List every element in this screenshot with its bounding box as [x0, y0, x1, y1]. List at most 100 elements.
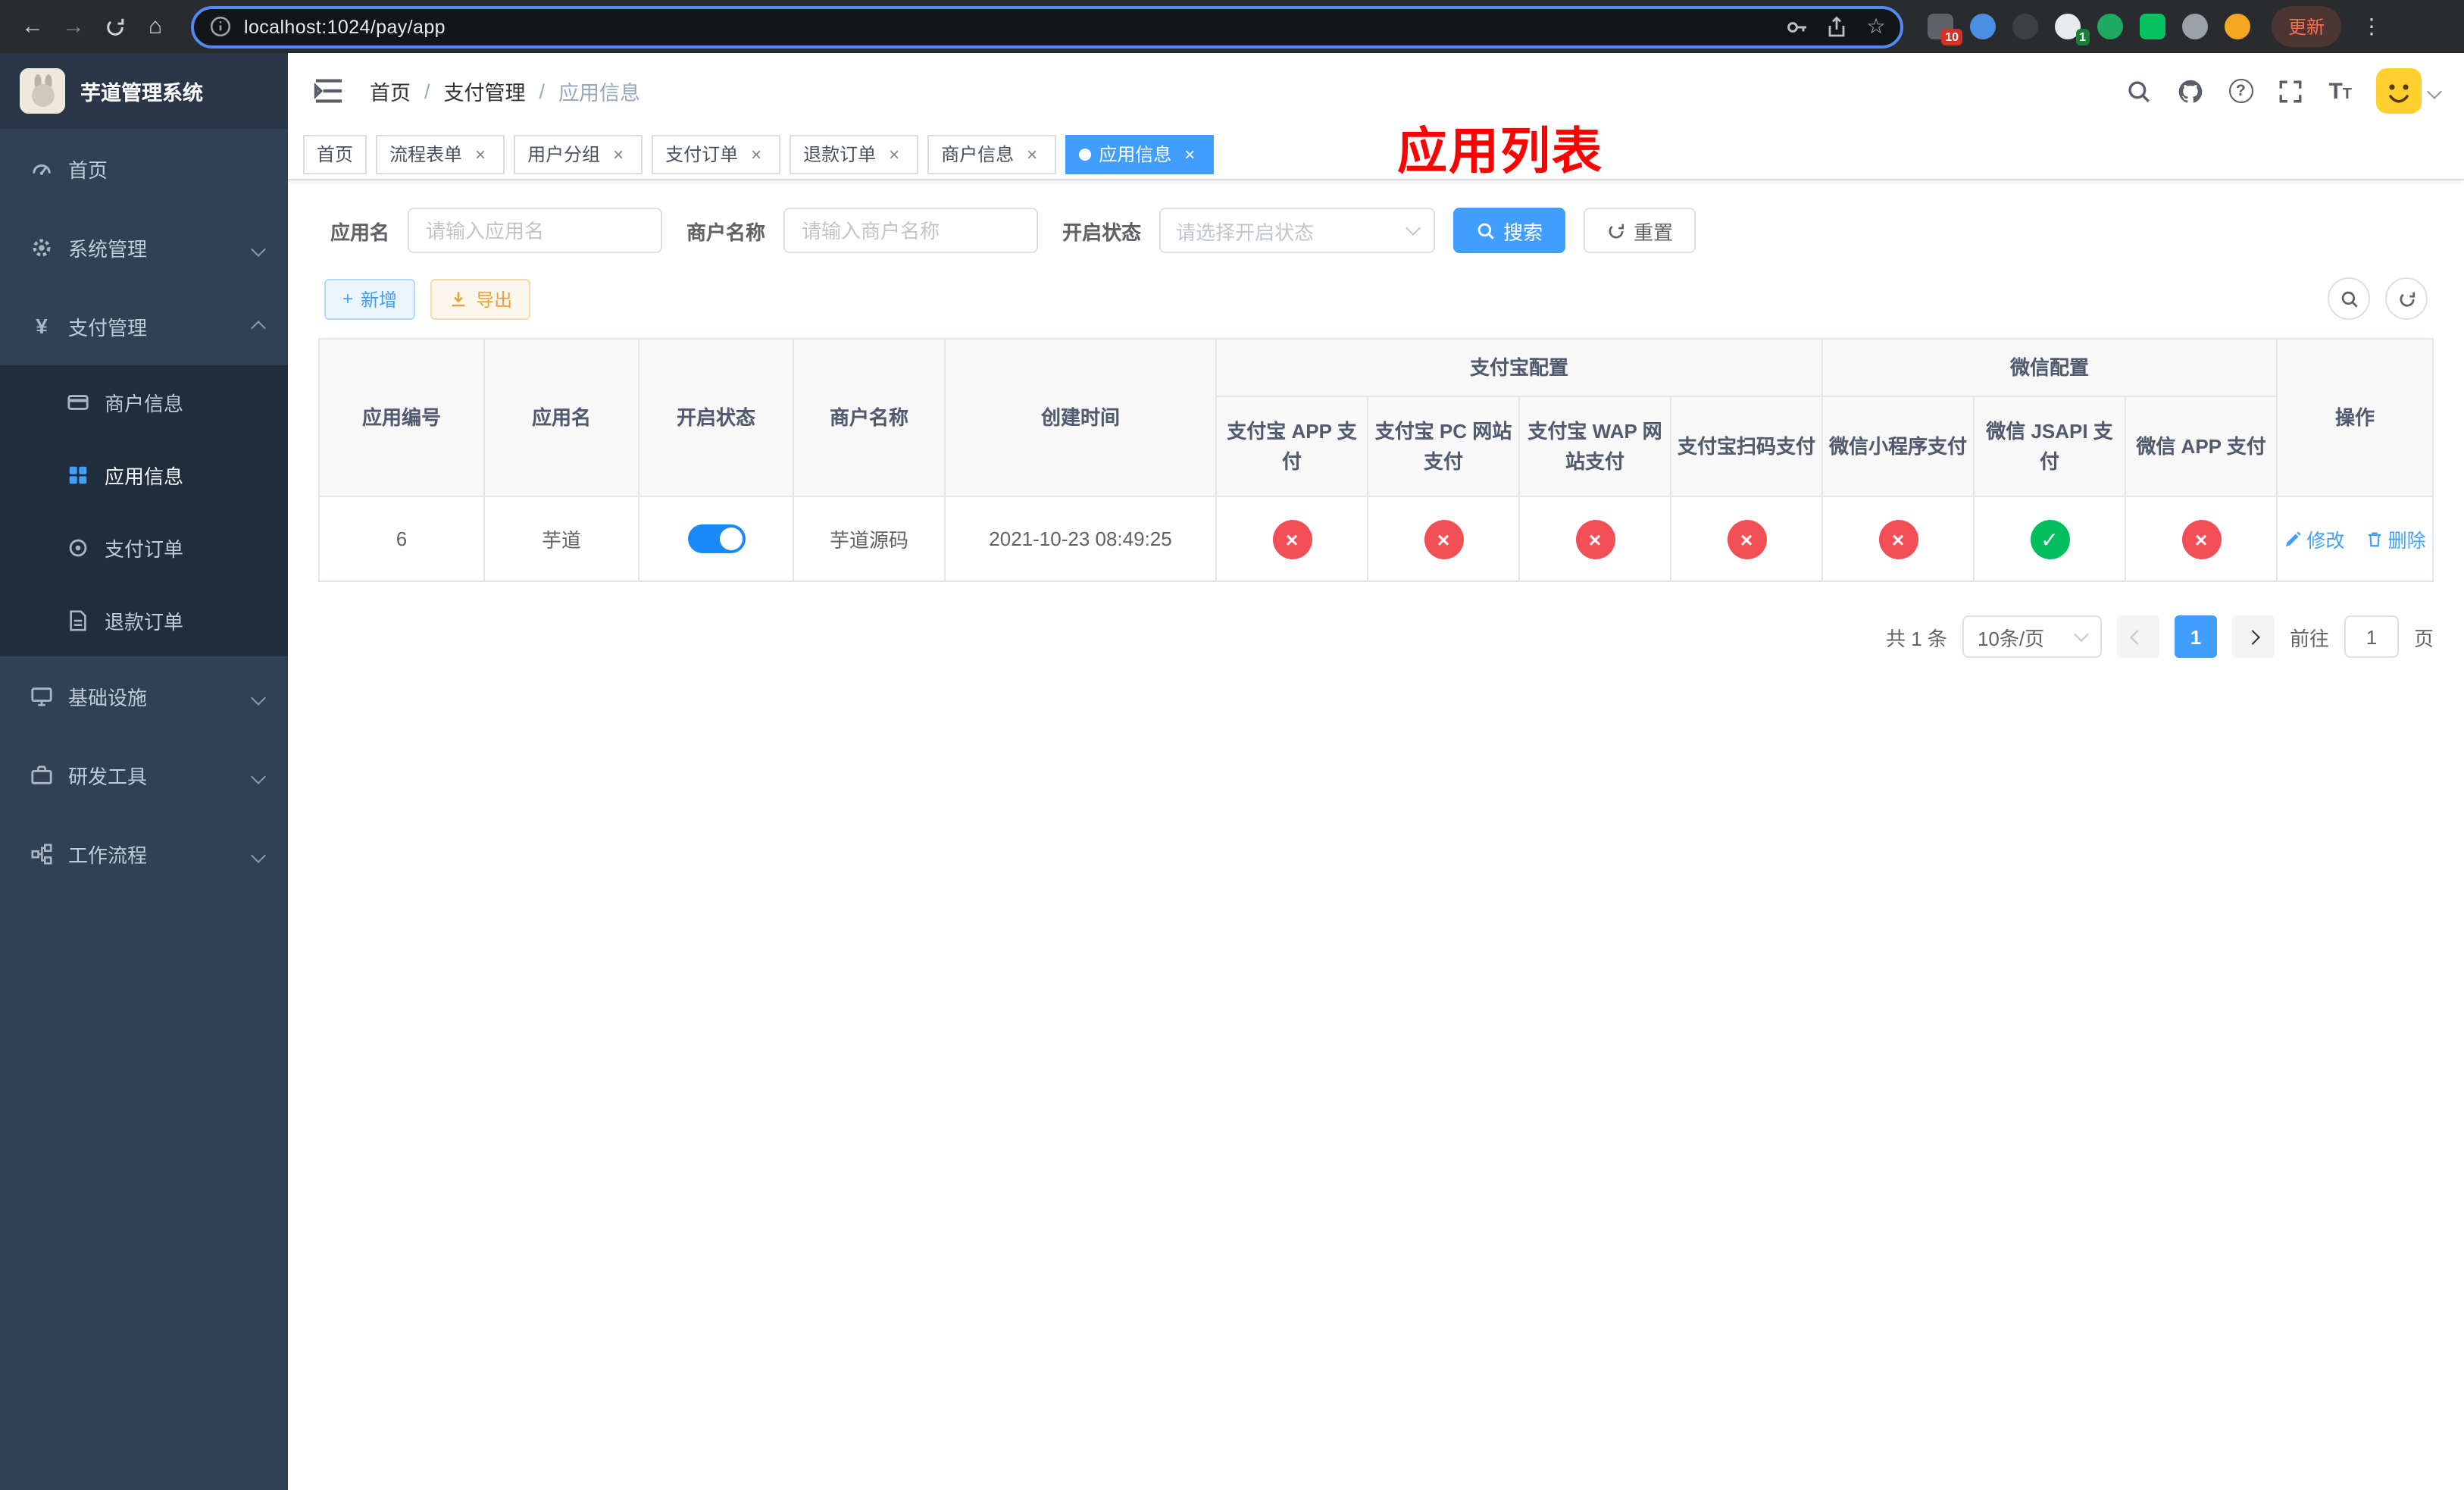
- chevron-down-icon: [1406, 221, 1421, 236]
- page-title-annotation: 应用列表: [1397, 123, 1603, 179]
- sidebar-item-home[interactable]: 首页: [0, 129, 288, 208]
- alipay-app-status-icon: ×: [1272, 519, 1312, 559]
- col-app-name: 应用名: [483, 338, 639, 497]
- plus-icon: +: [342, 288, 354, 309]
- sidebar-item-dev-tools[interactable]: 研发工具: [0, 735, 288, 814]
- screen: ← → ⌂ localhost:1024/pay/app ☆ 10 1 更新 ⋮…: [0, 0, 2464, 1490]
- browser-back-icon[interactable]: ←: [12, 6, 53, 47]
- cell-app-name: 芋道: [483, 496, 639, 582]
- sidebar-item-merchant-info[interactable]: 商户信息: [0, 365, 288, 438]
- tab-home[interactable]: 首页: [303, 134, 367, 174]
- sidebar-logo[interactable]: 芋道管理系统: [0, 53, 288, 129]
- merchant-name-input[interactable]: [783, 208, 1039, 253]
- col-wechat-jsapi: 微信 JSAPI 支付: [1973, 396, 2127, 497]
- help-icon[interactable]: ?: [2228, 79, 2253, 103]
- close-icon[interactable]: ×: [1179, 143, 1200, 164]
- top-navbar: 首页 / 支付管理 / 应用信息 ? TT: [288, 53, 2464, 129]
- table-row: 6 芋道 芋道源码 2021-10-23 08:49:25 × × × × × …: [318, 496, 2434, 582]
- target-icon: [67, 536, 89, 559]
- github-icon[interactable]: [2177, 77, 2204, 105]
- toggle-search-button[interactable]: [2328, 277, 2370, 320]
- workflow-icon: [30, 842, 53, 865]
- cell-app-id: 6: [318, 496, 485, 582]
- share-icon[interactable]: [1825, 14, 1849, 39]
- fullscreen-icon[interactable]: [2277, 77, 2304, 105]
- group-wechat-config: 微信配置: [1821, 338, 2278, 397]
- extension-icons: 10 1: [1928, 14, 2250, 45]
- app-name-input[interactable]: [408, 208, 663, 253]
- next-page-button[interactable]: [2231, 615, 2275, 658]
- search-icon[interactable]: [2125, 77, 2153, 105]
- profile-avatar-icon[interactable]: [2225, 14, 2250, 39]
- password-key-icon[interactable]: [1785, 14, 1809, 39]
- reset-button[interactable]: 重置: [1584, 208, 1696, 253]
- browser-home-icon[interactable]: ⌂: [135, 6, 176, 47]
- status-toggle[interactable]: [687, 524, 745, 553]
- breadcrumb-home[interactable]: 首页: [370, 76, 411, 106]
- sidebar-collapse-icon[interactable]: [312, 74, 346, 108]
- browser-reload-icon[interactable]: [94, 6, 135, 47]
- wechat-app-status-icon: ×: [2181, 519, 2222, 559]
- site-info-icon[interactable]: [209, 15, 232, 38]
- grid-icon: [67, 463, 89, 486]
- export-button[interactable]: 导出: [430, 278, 531, 319]
- sidebar-item-app-info[interactable]: 应用信息: [0, 438, 288, 511]
- sidebar-item-payment[interactable]: ¥ 支付管理: [0, 286, 288, 365]
- extension-icon[interactable]: [2012, 14, 2038, 39]
- tab-process-form[interactable]: 流程表单 ×: [376, 134, 505, 174]
- logo-image: [20, 68, 65, 114]
- sidebar-item-system[interactable]: 系统管理: [0, 208, 288, 286]
- extension-icon[interactable]: [2140, 14, 2165, 39]
- address-bar[interactable]: localhost:1024/pay/app ☆: [191, 5, 1903, 48]
- prev-page-button[interactable]: [2116, 615, 2159, 658]
- close-icon[interactable]: ×: [470, 143, 491, 164]
- alipay-qr-status-icon: ×: [1727, 519, 1766, 559]
- close-icon[interactable]: ×: [608, 143, 629, 164]
- user-menu[interactable]: [2376, 68, 2442, 114]
- font-size-icon[interactable]: TT: [2328, 78, 2352, 104]
- browser-menu-icon[interactable]: ⋮: [2356, 14, 2387, 39]
- sidebar-item-workflow[interactable]: 工作流程: [0, 814, 288, 893]
- url-text: localhost:1024/pay/app: [244, 16, 446, 37]
- extensions-puzzle-icon[interactable]: [2182, 14, 2208, 39]
- total-count: 共 1 条: [1886, 627, 1947, 650]
- refresh-button[interactable]: [2385, 277, 2428, 320]
- breadcrumb: 首页 / 支付管理 / 应用信息: [370, 76, 640, 106]
- active-dot: [1079, 148, 1092, 160]
- tab-merchant-info[interactable]: 商户信息 ×: [927, 134, 1057, 174]
- search-button[interactable]: 搜索: [1453, 208, 1566, 253]
- add-button[interactable]: + 新增: [324, 278, 416, 319]
- extension-icon[interactable]: 1: [2055, 14, 2090, 45]
- extension-badge: 10: [1941, 29, 1962, 45]
- chevron-down-icon: [2427, 83, 2442, 99]
- edit-link[interactable]: 修改: [2284, 524, 2344, 553]
- browser-update-button[interactable]: 更新: [2272, 6, 2342, 47]
- goto-page-input[interactable]: [2344, 615, 2399, 658]
- tab-app-info[interactable]: 应用信息 ×: [1065, 134, 1215, 174]
- sidebar-item-infrastructure[interactable]: 基础设施: [0, 656, 288, 735]
- monitor-icon: [30, 684, 53, 707]
- extension-icon[interactable]: 10: [1928, 14, 1962, 45]
- pagination: 共 1 条 10条/页 1 前往 页: [318, 615, 2434, 658]
- close-icon[interactable]: ×: [883, 143, 905, 164]
- page-button-1[interactable]: 1: [2174, 615, 2217, 658]
- extension-icon[interactable]: [1970, 14, 1996, 39]
- status-select[interactable]: 请选择开启状态: [1159, 208, 1436, 253]
- extension-icon[interactable]: [2097, 14, 2123, 39]
- page-unit-label: 页: [2413, 627, 2434, 650]
- table-toolbar: + 新增 导出: [324, 277, 2428, 320]
- tab-user-group[interactable]: 用户分组 ×: [514, 134, 643, 174]
- dashboard-icon: [30, 157, 53, 180]
- close-icon[interactable]: ×: [1021, 143, 1043, 164]
- sidebar-item-refund-orders[interactable]: 退款订单: [0, 584, 288, 656]
- sidebar-item-pay-orders[interactable]: 支付订单: [0, 511, 288, 584]
- page-size-select[interactable]: 10条/页: [1962, 615, 2102, 658]
- bookmark-star-icon[interactable]: ☆: [1864, 14, 1888, 39]
- tab-refund-orders[interactable]: 退款订单 ×: [790, 134, 919, 174]
- breadcrumb-payment[interactable]: 支付管理: [444, 76, 526, 106]
- close-icon[interactable]: ×: [746, 143, 767, 164]
- chevron-down-icon: [251, 684, 266, 707]
- browser-forward-icon[interactable]: →: [53, 6, 94, 47]
- tab-pay-orders[interactable]: 支付订单 ×: [652, 134, 781, 174]
- delete-link[interactable]: 删除: [2366, 524, 2426, 553]
